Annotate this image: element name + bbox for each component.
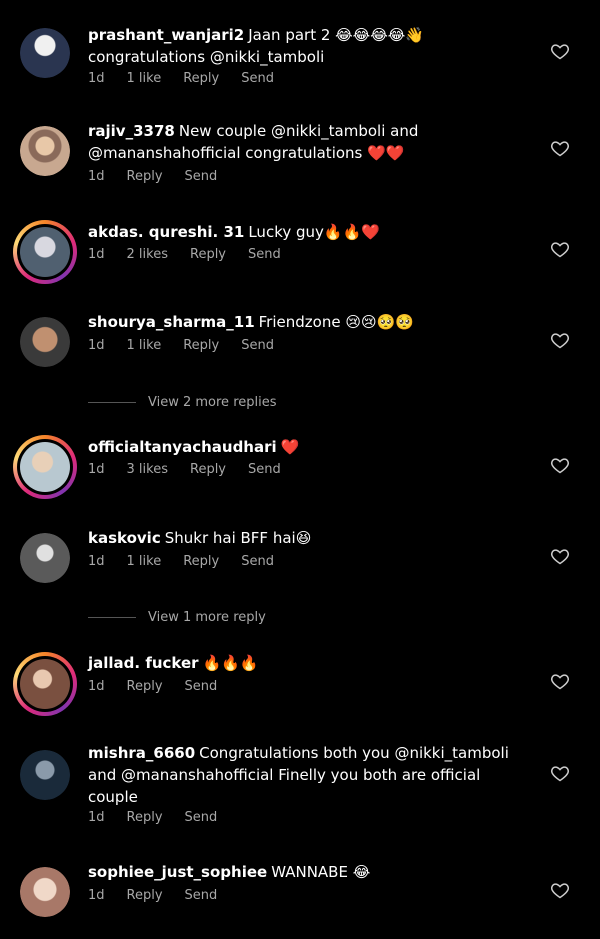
comment-meta: 1d 2 likes Reply Send [88, 247, 303, 262]
comment-meta: 1d 1 like Reply Send [88, 554, 296, 569]
comment-meta: 1d Reply Send [88, 679, 239, 694]
reply-button[interactable]: Reply [127, 888, 163, 903]
heart-icon[interactable] [550, 763, 570, 783]
comment-meta: 1d 1 like Reply Send [88, 338, 296, 353]
view-more-replies-button[interactable]: View 2 more replies [88, 395, 277, 410]
avatar[interactable] [20, 867, 70, 917]
comment-meta: 1d Reply Send [88, 810, 239, 825]
comment-text-line3: couple [88, 788, 138, 806]
comment-username[interactable]: rajiv_3378 [88, 122, 175, 140]
avatar-story-ring[interactable] [13, 652, 77, 716]
heart-icon[interactable] [550, 330, 570, 350]
heart-icon[interactable] [550, 41, 570, 61]
view-more-replies-label: View 2 more replies [148, 395, 277, 410]
avatar[interactable] [20, 28, 70, 78]
comment-text: Shukr hai BFF hai😆 [164, 529, 312, 547]
view-more-replies-button[interactable]: View 1 more reply [88, 610, 266, 625]
comment-time: 1d [88, 810, 105, 825]
comment-text: Congratulations both you @nikki_tamboli [199, 744, 509, 762]
heart-icon[interactable] [550, 546, 570, 566]
reply-button[interactable]: Reply [183, 554, 219, 569]
comment-username[interactable]: shourya_sharma_11 [88, 313, 255, 331]
send-button[interactable]: Send [248, 462, 281, 477]
comment-time: 1d [88, 247, 105, 262]
comment-username[interactable]: jallad. fucker [88, 654, 199, 672]
view-more-replies-label: View 1 more reply [148, 610, 266, 625]
reply-button[interactable]: Reply [127, 169, 163, 184]
comment-time: 1d [88, 71, 105, 86]
avatar[interactable] [20, 750, 70, 800]
comment-username[interactable]: officialtanyachaudhari [88, 438, 277, 456]
divider [88, 617, 136, 618]
avatar[interactable] [20, 317, 70, 367]
comment-username[interactable]: prashant_wanjari2 [88, 26, 244, 44]
likes-count[interactable]: 1 like [127, 71, 162, 86]
avatar[interactable] [20, 126, 70, 176]
comment-meta: 1d Reply Send [88, 169, 239, 184]
send-button[interactable]: Send [248, 247, 281, 262]
comment-text-line2: congratulations @nikki_tamboli [88, 48, 325, 66]
comment-time: 1d [88, 462, 105, 477]
comment-text: Friendzone 😢😢🥺🥺 [258, 313, 414, 331]
comment-text: 🔥🔥🔥 [202, 654, 259, 672]
likes-count[interactable]: 3 likes [127, 462, 168, 477]
comment-time: 1d [88, 679, 105, 694]
reply-button[interactable]: Reply [190, 247, 226, 262]
reply-button[interactable]: Reply [183, 71, 219, 86]
comment-time: 1d [88, 888, 105, 903]
reply-button[interactable]: Reply [190, 462, 226, 477]
reply-button[interactable]: Reply [127, 679, 163, 694]
heart-icon[interactable] [550, 880, 570, 900]
comment-meta: 1d 1 like Reply Send [88, 71, 296, 86]
send-button[interactable]: Send [241, 338, 274, 353]
comment-username[interactable]: akdas. qureshi. 31 [88, 223, 244, 241]
heart-icon[interactable] [550, 455, 570, 475]
reply-button[interactable]: Reply [127, 810, 163, 825]
comment-meta: 1d Reply Send [88, 888, 239, 903]
comment-text: WANNABE 😂 [271, 863, 371, 881]
divider [88, 402, 136, 403]
heart-icon[interactable] [550, 138, 570, 158]
comment-time: 1d [88, 554, 105, 569]
comment-meta: 1d 3 likes Reply Send [88, 462, 303, 477]
avatar-story-ring[interactable] [13, 435, 77, 499]
heart-icon[interactable] [550, 239, 570, 259]
likes-count[interactable]: 2 likes [127, 247, 168, 262]
comment-text: New couple @nikki_tamboli and [178, 122, 419, 140]
send-button[interactable]: Send [185, 169, 218, 184]
comment-username[interactable]: sophiee_just_sophiee [88, 863, 267, 881]
send-button[interactable]: Send [185, 679, 218, 694]
comment-text-line2: @mananshahofficial congratulations ❤️❤️ [88, 144, 405, 162]
send-button[interactable]: Send [185, 888, 218, 903]
comment-text: ❤️ [280, 438, 300, 456]
reply-button[interactable]: Reply [183, 338, 219, 353]
comment-text: Lucky guy🔥🔥❤️ [248, 223, 380, 241]
comment-username[interactable]: mishra_6660 [88, 744, 195, 762]
send-button[interactable]: Send [241, 71, 274, 86]
comment-time: 1d [88, 338, 105, 353]
avatar[interactable] [20, 533, 70, 583]
heart-icon[interactable] [550, 671, 570, 691]
send-button[interactable]: Send [241, 554, 274, 569]
likes-count[interactable]: 1 like [127, 338, 162, 353]
comment-text-line2: and @mananshahofficial Finelly you both … [88, 766, 481, 784]
comment-time: 1d [88, 169, 105, 184]
likes-count[interactable]: 1 like [127, 554, 162, 569]
avatar-story-ring[interactable] [13, 220, 77, 284]
comment-text: Jaan part 2 😂😂😂😂👋 [248, 26, 424, 44]
comment-username[interactable]: kaskovic [88, 529, 161, 547]
send-button[interactable]: Send [185, 810, 218, 825]
